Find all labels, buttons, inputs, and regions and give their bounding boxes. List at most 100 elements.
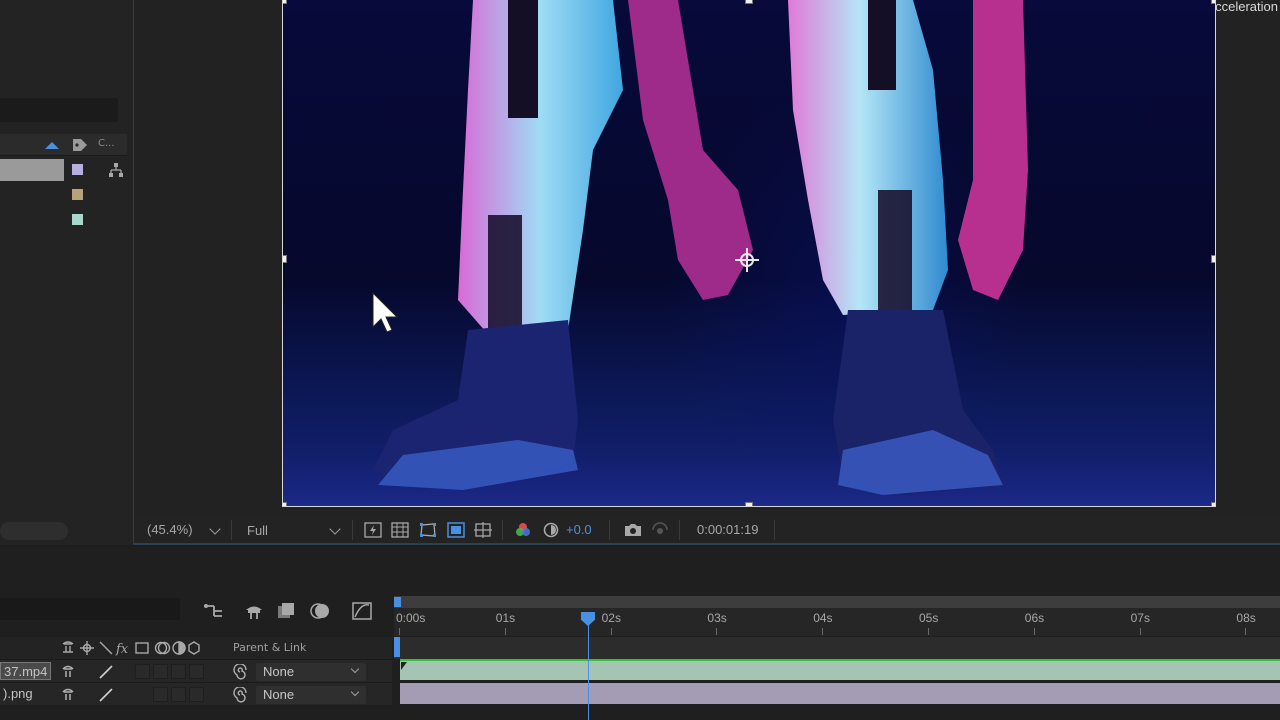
switch-box[interactable] <box>153 687 168 702</box>
magnification-value: (45.4%) <box>147 522 193 537</box>
mask-path-visibility-icon[interactable] <box>419 522 437 538</box>
channel-rgb-icon[interactable] <box>514 522 532 538</box>
quality-switch-icon[interactable] <box>98 664 114 680</box>
resolution-dropdown[interactable]: Full <box>244 520 344 540</box>
label-tag-icon[interactable] <box>72 138 88 152</box>
parent-link-header: Parent & Link <box>233 641 307 654</box>
timeline-empty-area <box>400 704 1280 720</box>
transform-handle[interactable] <box>1211 502 1215 506</box>
label-color-swatch[interactable] <box>72 189 83 200</box>
ruler-tick <box>1033 628 1035 635</box>
ruler-tick <box>928 628 929 635</box>
layer-in-point-marker <box>401 662 407 670</box>
quality-switch-icon[interactable] <box>98 687 114 703</box>
project-item[interactable] <box>0 184 127 206</box>
project-item[interactable] <box>0 209 127 231</box>
frame-blending-icon[interactable] <box>275 601 297 621</box>
parent-value: None <box>263 664 295 679</box>
shy-switch-icon[interactable] <box>60 687 76 703</box>
exposure-value[interactable]: +0.0 <box>566 522 592 537</box>
parent-dropdown[interactable]: None <box>256 663 366 681</box>
parent-dropdown[interactable]: None <box>256 686 366 704</box>
layer-switches-header: fx Parent & Link <box>0 637 392 659</box>
layer-switch-icons: fx <box>62 641 200 656</box>
graph-editor-icon[interactable] <box>351 601 373 621</box>
show-snapshot-icon[interactable] <box>651 522 669 538</box>
composition-frame[interactable] <box>282 0 1216 507</box>
ruler-tick <box>504 628 506 635</box>
transform-handle[interactable] <box>745 0 753 4</box>
layer-row[interactable]: ).png None <box>0 682 392 705</box>
chevron-down-icon <box>329 523 341 535</box>
viewer-toolbar: (45.4%) Full +0.0 0:00:01:19 <box>134 517 1280 543</box>
layer-name[interactable]: ).png <box>0 685 36 703</box>
ruler-tick <box>1245 628 1247 635</box>
ruler-tick <box>822 628 824 635</box>
ruler-tick-label: 05s <box>919 611 939 625</box>
transform-handle[interactable] <box>283 502 287 506</box>
toolbar-divider <box>502 520 503 540</box>
chevron-down-icon <box>350 687 360 697</box>
label-color-swatch[interactable] <box>72 214 83 225</box>
mouse-cursor-icon <box>372 291 399 333</box>
project-scrollbar[interactable] <box>0 522 68 540</box>
magnification-dropdown[interactable]: (45.4%) <box>144 520 224 540</box>
switch-box[interactable] <box>189 664 204 679</box>
selected-item-highlight <box>0 159 64 181</box>
ruler-tick <box>610 628 612 635</box>
chevron-down-icon <box>350 664 360 674</box>
work-area-start-marker <box>394 637 400 657</box>
work-area-start-handle[interactable] <box>394 597 401 607</box>
ruler-tick-label: 07s <box>1130 611 1150 625</box>
ruler-tick-label: 0:00s <box>396 611 426 625</box>
switch-box[interactable] <box>153 664 168 679</box>
toolbar-divider <box>774 520 775 540</box>
toolbar-divider <box>679 520 680 540</box>
ruler-tick <box>399 628 400 635</box>
ruler-tick-label: 02s <box>601 611 621 625</box>
comp-marker-row <box>394 637 1280 659</box>
current-time-display[interactable]: 0:00:01:19 <box>697 522 758 537</box>
pick-whip-icon[interactable] <box>232 687 248 703</box>
parent-value: None <box>263 687 295 702</box>
work-area-bar[interactable] <box>394 596 1280 608</box>
layer-row[interactable]: 37.mp4 None <box>0 659 392 682</box>
switch-box[interactable] <box>135 664 150 679</box>
layer-duration-bar-video[interactable] <box>400 659 1280 680</box>
flowchart-icon[interactable] <box>108 162 124 178</box>
transparency-grid-icon[interactable] <box>391 522 409 538</box>
resolution-value: Full <box>247 523 268 538</box>
timeline-search-input[interactable] <box>0 598 180 620</box>
svg-text:fx: fx <box>115 642 129 656</box>
pick-whip-icon[interactable] <box>232 664 248 680</box>
ruler-tick-label: 04s <box>813 611 833 625</box>
layer-duration-bar-image[interactable] <box>400 683 1280 704</box>
transform-handle[interactable] <box>283 0 287 4</box>
transform-handle[interactable] <box>1211 0 1215 4</box>
shy-switch-icon[interactable] <box>60 664 76 680</box>
current-time-indicator-line <box>588 618 589 720</box>
grid-guides-icon[interactable] <box>474 522 492 538</box>
shy-layers-icon[interactable] <box>243 601 265 621</box>
layer-name[interactable]: 37.mp4 <box>0 662 52 680</box>
transform-handle[interactable] <box>283 255 287 263</box>
composition-mini-flowchart-icon[interactable] <box>202 601 224 621</box>
toolbar-divider <box>352 520 353 540</box>
chevron-down-icon <box>209 523 221 535</box>
reset-exposure-icon[interactable] <box>542 522 560 538</box>
project-column-header: C... <box>0 134 127 156</box>
motion-blur-icon[interactable] <box>309 601 331 621</box>
switch-box[interactable] <box>189 687 204 702</box>
fast-previews-icon[interactable] <box>364 522 382 538</box>
project-search-input[interactable] <box>0 98 118 122</box>
transform-handle[interactable] <box>745 502 753 506</box>
region-of-interest-icon[interactable] <box>447 522 465 538</box>
snapshot-camera-icon[interactable] <box>624 522 642 538</box>
label-color-swatch[interactable] <box>72 164 83 175</box>
transform-handle[interactable] <box>1211 255 1215 263</box>
toolbar-divider <box>231 520 232 540</box>
switch-box[interactable] <box>171 687 186 702</box>
switch-box[interactable] <box>171 664 186 679</box>
sort-ascending-icon[interactable] <box>45 142 59 149</box>
project-panel <box>0 0 133 545</box>
